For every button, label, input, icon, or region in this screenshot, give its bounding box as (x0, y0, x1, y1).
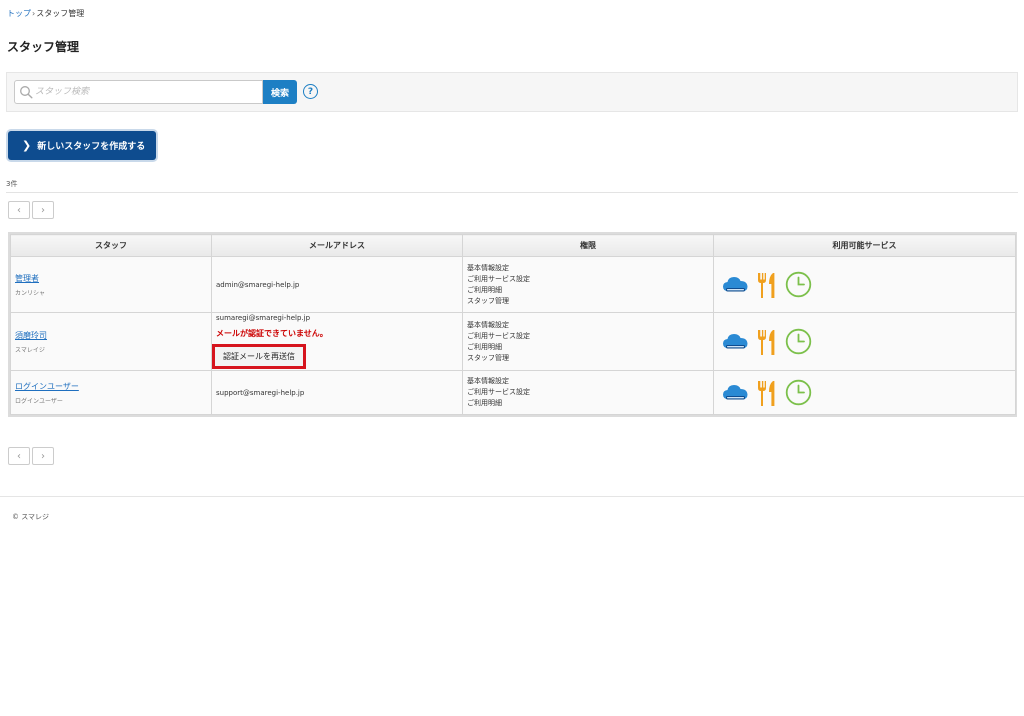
fork-knife-icon (758, 380, 775, 406)
next-page-button[interactable]: › (32, 201, 54, 219)
clock-icon (785, 379, 812, 406)
email-unverified-warning: メールが認証できていません。 (216, 329, 328, 338)
email-cell: admin@smaregi-help.jp (211, 256, 463, 313)
permission-item: 基本情報設定 (467, 263, 509, 272)
pagination-top: ‹ › (8, 201, 54, 219)
service-icons (718, 379, 1015, 407)
prev-page-button[interactable]: ‹ (8, 447, 30, 465)
search-button[interactable]: 検索 (263, 80, 297, 104)
breadcrumb: トップ›スタッフ管理 (7, 8, 84, 19)
staff-name-link[interactable]: 管理者 (15, 273, 211, 284)
email-address: sumaregi@smaregi-help.jp (216, 314, 311, 322)
page-title: スタッフ管理 (7, 40, 80, 54)
permission-item: ご利用サービス設定 (467, 331, 530, 340)
service-icons (718, 328, 1015, 356)
email-cell: support@smaregi-help.jp (211, 370, 463, 415)
service-icons (718, 271, 1015, 299)
search-input[interactable] (35, 83, 260, 101)
clock-icon (785, 271, 812, 298)
search-box (14, 80, 263, 104)
permission-item: ご利用明細 (467, 285, 502, 294)
column-header-services: 利用可能サービス (713, 234, 1016, 257)
permission-item: 基本情報設定 (467, 377, 509, 385)
staff-kana: ログインユーザー (15, 397, 63, 405)
permissions-cell: 基本情報設定 ご利用サービス設定 ご利用明細 スタッフ管理 (462, 256, 714, 313)
email-address: admin@smaregi-help.jp (216, 280, 300, 289)
column-header-email: メールアドレス (211, 234, 463, 257)
staff-cell: ログインユーザー ログインユーザー (10, 370, 212, 415)
permission-item: スタッフ管理 (467, 296, 509, 305)
search-panel: 検索 ? (6, 72, 1018, 112)
chevron-right-icon: ❯ (22, 139, 32, 152)
divider (6, 192, 1018, 193)
permissions-cell: 基本情報設定 ご利用サービス設定 ご利用明細 (462, 370, 714, 415)
staff-kana: スマレイジ (15, 346, 45, 354)
permission-item: ご利用明細 (467, 342, 502, 351)
cloud-icon (723, 384, 748, 399)
staff-name-link[interactable]: 須磨玲司 (15, 330, 211, 341)
footer-divider (0, 496, 1024, 497)
permissions-cell: 基本情報設定 ご利用サービス設定 ご利用明細 スタッフ管理 (462, 312, 714, 371)
email-address: support@smaregi-help.jp (216, 388, 305, 397)
staff-cell: 須磨玲司 スマレイジ (10, 312, 212, 371)
prev-page-button[interactable]: ‹ (8, 201, 30, 219)
column-header-permissions: 権限 (462, 234, 714, 257)
table-row: 管理者 カンリシャ admin@smaregi-help.jp 基本情報設定 ご… (10, 256, 1016, 313)
breadcrumb-separator: › (32, 9, 36, 18)
services-cell (713, 312, 1016, 371)
breadcrumb-home-link[interactable]: トップ (7, 9, 31, 18)
search-icon (20, 86, 33, 99)
cloud-icon (723, 276, 748, 291)
breadcrumb-current: スタッフ管理 (36, 9, 85, 18)
column-header-staff: スタッフ (10, 234, 212, 257)
table-row: ログインユーザー ログインユーザー support@smaregi-help.j… (10, 370, 1016, 415)
staff-name-link[interactable]: ログインユーザー (15, 381, 211, 392)
services-cell (713, 370, 1016, 415)
staff-cell: 管理者 カンリシャ (10, 256, 212, 313)
clock-icon (785, 328, 812, 355)
permission-item: ご利用サービス設定 (467, 274, 530, 283)
resend-verification-button[interactable]: 認証メールを再送信 (212, 344, 306, 369)
email-cell: sumaregi@smaregi-help.jp メールが認証できていません。 … (211, 312, 463, 371)
result-count: 3件 (6, 180, 18, 188)
help-icon[interactable]: ? (303, 84, 318, 99)
next-page-button[interactable]: › (32, 447, 54, 465)
pagination-bottom: ‹ › (8, 447, 54, 465)
permission-item: スタッフ管理 (467, 353, 509, 362)
services-cell (713, 256, 1016, 313)
permission-item: ご利用サービス設定 (467, 388, 530, 396)
permission-item: ご利用明細 (467, 399, 502, 407)
cloud-icon (723, 333, 748, 348)
staff-table: スタッフ メールアドレス 権限 利用可能サービス 管理者 カンリシャ admin… (8, 232, 1017, 417)
fork-knife-icon (758, 272, 775, 298)
permission-item: 基本情報設定 (467, 320, 509, 329)
fork-knife-icon (758, 329, 775, 355)
staff-kana: カンリシャ (15, 289, 46, 297)
create-staff-button[interactable]: ❯ 新しいスタッフを作成する (8, 131, 156, 160)
create-staff-button-label: 新しいスタッフを作成する (37, 142, 146, 152)
table-header-row: スタッフ メールアドレス 権限 利用可能サービス (10, 234, 1016, 257)
table-row: 須磨玲司 スマレイジ sumaregi@smaregi-help.jp メールが… (10, 312, 1016, 371)
copyright: © スマレジ (12, 513, 50, 521)
